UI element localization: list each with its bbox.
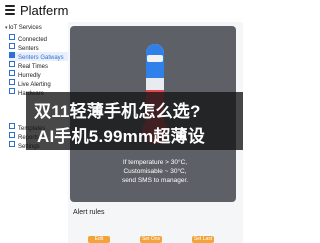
- sidebar-item-senters[interactable]: Senters: [9, 43, 68, 52]
- banner-subheadline: AI手机5.99mm超薄设: [37, 127, 205, 146]
- set-last-button[interactable]: Set Last: [192, 236, 214, 243]
- chevron-down-icon: ▾: [5, 25, 8, 31]
- app-window: Platferm ▾IoT Services Connected Senters…: [0, 0, 243, 243]
- rule-description: If temperature > 30°C, Customisable ~ 30…: [80, 158, 230, 185]
- app-header: Platferm: [0, 0, 243, 23]
- sidebar-item-real-times[interactable]: Real Times: [9, 61, 68, 70]
- template-icon: [9, 123, 15, 129]
- edit-button[interactable]: Edit: [88, 236, 110, 243]
- gear-icon: [9, 141, 15, 147]
- report-icon: [9, 132, 15, 138]
- rule-line-threshold: Customisable ~ 30°C,: [123, 168, 187, 175]
- alert-rules-heading: Alert rules: [73, 209, 105, 216]
- rule-line-condition: If temperature > 30°C,: [122, 159, 188, 166]
- app-title: Platferm: [20, 3, 69, 18]
- rule-line-action: send SMS to manager.: [121, 177, 189, 184]
- sidebar-item-live-alerting[interactable]: Live Alerting: [9, 79, 68, 88]
- history-icon: [9, 70, 15, 76]
- device-icon: [9, 34, 15, 40]
- sidebar-item-hurredly[interactable]: Hurredly: [9, 70, 68, 79]
- sidebar-item-senters-gateways[interactable]: Senters Gatways: [9, 52, 68, 61]
- sensor-icon: [9, 43, 15, 49]
- threshold-slider-handle[interactable]: [147, 55, 163, 62]
- sidebar-section-header[interactable]: ▾IoT Services: [5, 25, 42, 31]
- banner-headline: 双11轻薄手机怎么选?: [34, 102, 201, 121]
- clock-icon: [9, 61, 15, 67]
- sidebar-item-connected[interactable]: Connected: [9, 34, 68, 43]
- alert-icon: [9, 79, 15, 85]
- hardware-icon: [9, 88, 15, 94]
- gateway-icon: [9, 52, 15, 58]
- menu-icon[interactable]: [5, 5, 15, 15]
- set-ons-button[interactable]: Set Ons: [140, 236, 162, 243]
